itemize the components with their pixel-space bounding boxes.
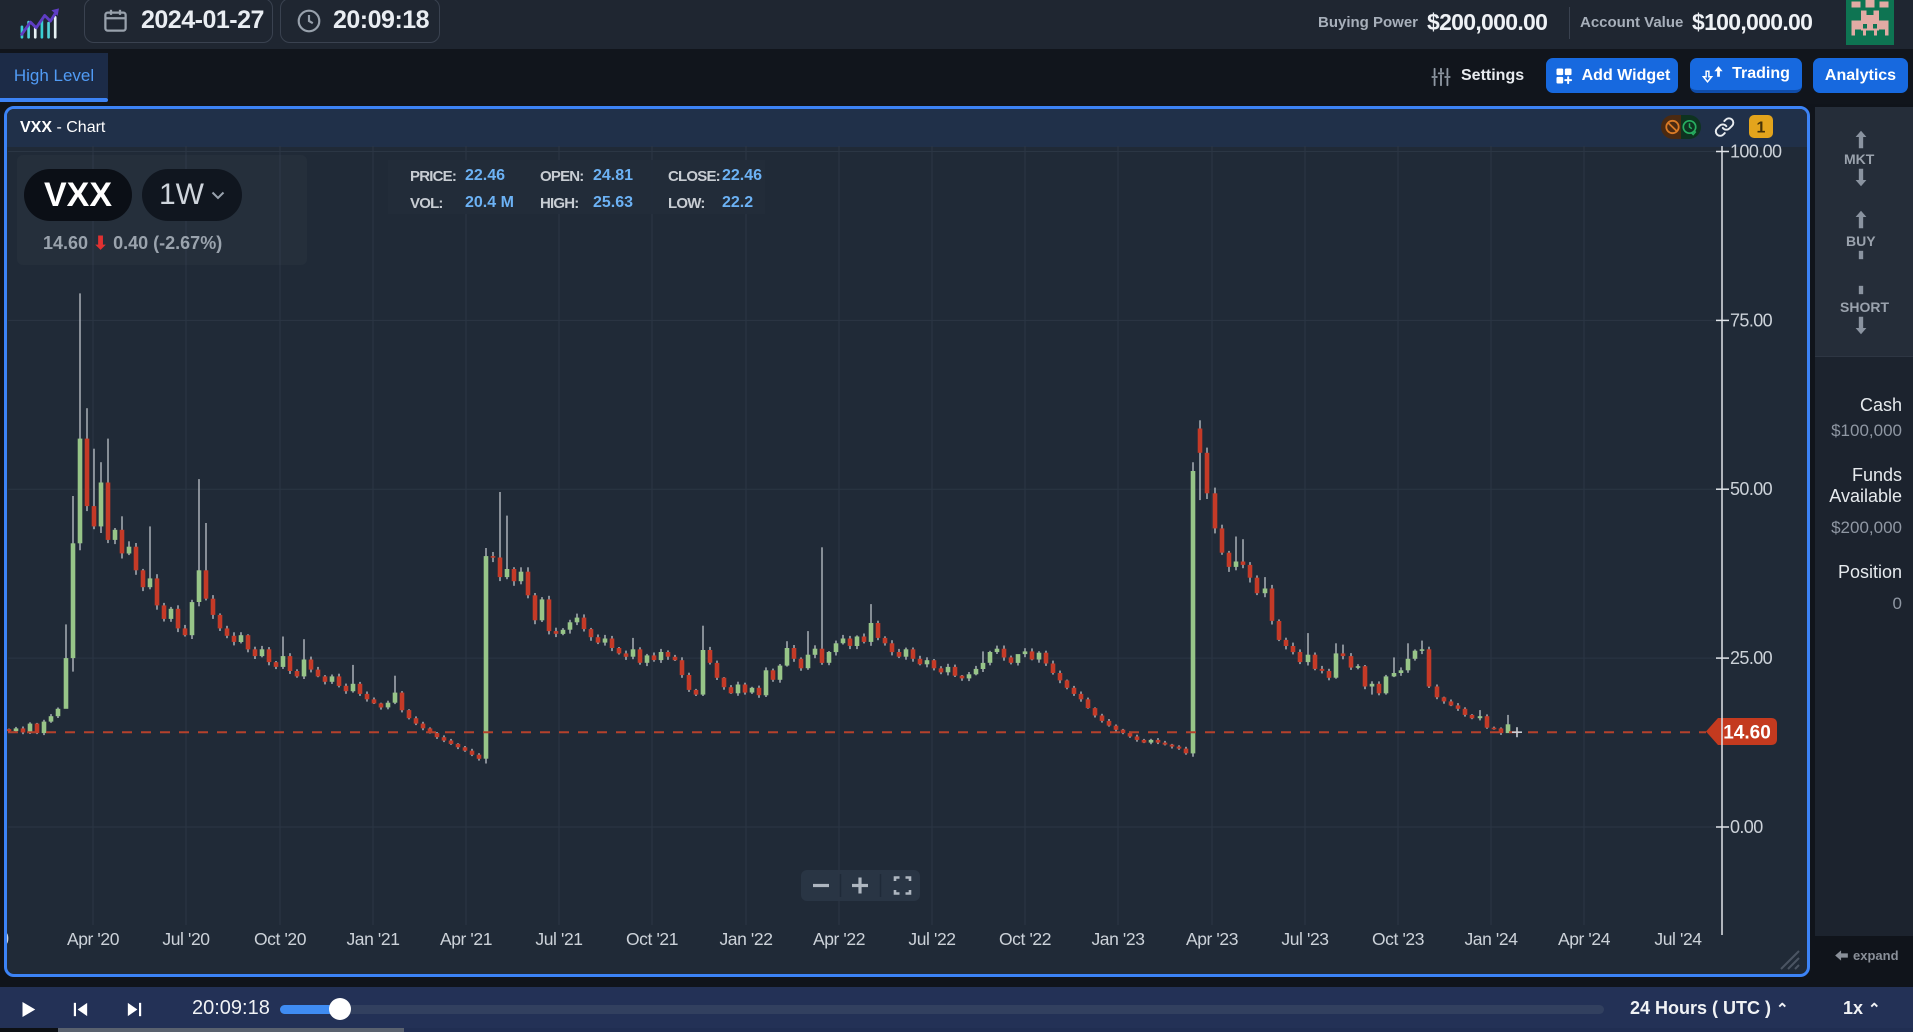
svg-text:Apr '24: Apr '24 — [1558, 929, 1611, 949]
svg-text:100.00: 100.00 — [1730, 144, 1782, 162]
svg-text:0.00: 0.00 — [1730, 817, 1763, 837]
svg-text:Apr '22: Apr '22 — [813, 929, 865, 949]
svg-text:Jul '23: Jul '23 — [1281, 929, 1328, 949]
svg-text:1: 1 — [1757, 120, 1766, 137]
svg-text:Oct '21: Oct '21 — [626, 929, 678, 949]
svg-text:Oct '22: Oct '22 — [999, 929, 1051, 949]
svg-text:Jan '24: Jan '24 — [1464, 929, 1518, 949]
svg-text:75.00: 75.00 — [1730, 310, 1773, 330]
svg-text:Oct '20: Oct '20 — [254, 929, 307, 949]
svg-text:Jul '22: Jul '22 — [908, 929, 955, 949]
svg-text:Jul '24: Jul '24 — [1654, 929, 1702, 949]
svg-text:50.00: 50.00 — [1730, 479, 1773, 499]
svg-text:Jan '21: Jan '21 — [346, 929, 399, 949]
svg-text:Jan '23: Jan '23 — [1091, 929, 1144, 949]
svg-text:Oct '23: Oct '23 — [1372, 929, 1424, 949]
svg-text:0: 0 — [7, 929, 9, 949]
svg-text:Jul '21: Jul '21 — [535, 929, 582, 949]
svg-text:Jul '20: Jul '20 — [162, 929, 210, 949]
svg-text:25.00: 25.00 — [1730, 648, 1773, 668]
svg-text:Apr '20: Apr '20 — [67, 929, 120, 949]
svg-text:Jan '22: Jan '22 — [719, 929, 772, 949]
svg-text:14.60: 14.60 — [1723, 723, 1771, 744]
svg-text:Apr '21: Apr '21 — [440, 929, 492, 949]
svg-text:Apr '23: Apr '23 — [1186, 929, 1238, 949]
